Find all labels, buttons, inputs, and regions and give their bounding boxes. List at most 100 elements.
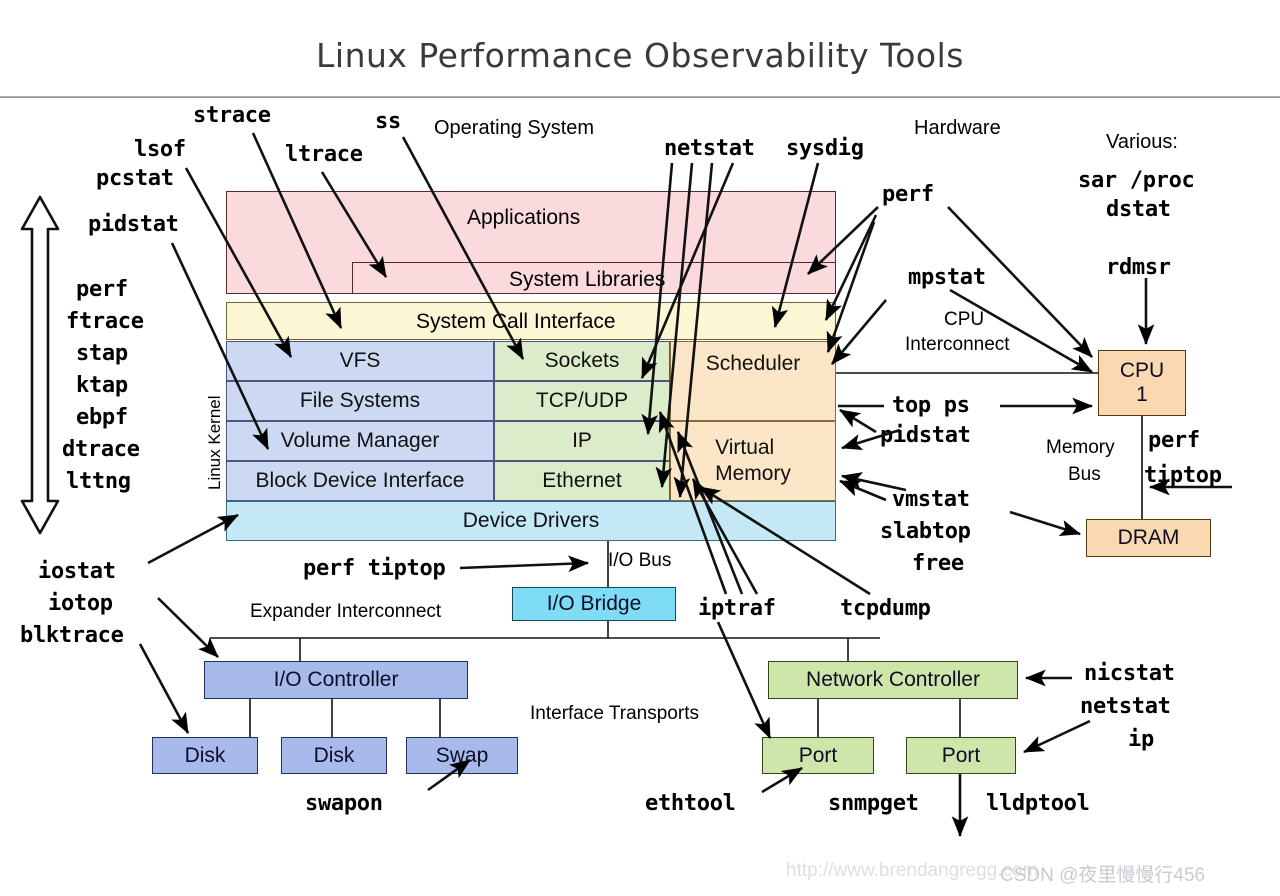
tool-perf-tiptop-io: perf tiptop	[303, 556, 446, 581]
arrow-iotop-to-iocontroller	[157, 597, 219, 658]
tool-pcstat: pcstat	[96, 166, 174, 191]
stack-cell-virtual-memory-label: Virtual Memory	[715, 435, 791, 485]
stack-cell-ip-label: IP	[572, 429, 592, 452]
arrow-pidstat-vm	[839, 408, 877, 434]
stack-cell-file-systems: File Systems	[226, 381, 494, 421]
stack-system-libraries-label: System Libraries	[509, 268, 666, 291]
watermark-csdn: CSDN @夜里慢慢行456	[1000, 865, 1206, 886]
tool-rdmsr: rdmsr	[1106, 255, 1171, 280]
tool-sar-proc: sar /proc	[1078, 168, 1195, 193]
stack-cell-vfs: VFS	[226, 341, 494, 381]
stack-cell-ethernet: Ethernet	[494, 461, 670, 501]
tool-kernel-ftrace: ftrace	[66, 309, 144, 334]
label-memory-bus-line2: Bus	[1068, 464, 1101, 485]
hardware-port2-box: Port	[906, 737, 1016, 774]
hardware-port1-label: Port	[798, 743, 838, 767]
tool-snmpget: snmpget	[828, 791, 919, 816]
tool-sysdig: sysdig	[786, 136, 864, 161]
stack-cell-sockets: Sockets	[494, 341, 670, 381]
header-divider	[0, 96, 1280, 98]
arrow-vmstat-to-vm	[839, 479, 887, 502]
tool-kernel-dtrace: dtrace	[62, 437, 140, 462]
tool-pidstat-cpu: pidstat	[880, 423, 971, 448]
tool-kernel-ebpf: ebpf	[76, 405, 128, 430]
tool-iptraf: iptraf	[698, 596, 776, 621]
hardware-network-controller-box: Network Controller	[768, 661, 1018, 699]
hardware-dram-label: DRAM	[1117, 526, 1180, 549]
hardware-io-controller-box: I/O Controller	[204, 661, 468, 699]
tool-kernel-perf: perf	[76, 277, 128, 302]
hardware-cpu-label-line1: CPU	[1119, 358, 1165, 382]
stack-cell-virtual-memory: Virtual Memory	[670, 421, 836, 501]
arrow-vmstat-to-dram	[1009, 510, 1081, 537]
stack-cell-ip: IP	[494, 421, 670, 461]
stack-cell-block-device-interface-label: Block Device Interface	[255, 469, 465, 492]
tool-ss: ss	[375, 109, 401, 134]
hardware-network-controller-label: Network Controller	[806, 668, 980, 691]
tool-strace: strace	[193, 103, 271, 128]
hardware-cpu-box: CPU 1	[1098, 350, 1186, 416]
hardware-port2-label: Port	[941, 743, 981, 767]
tool-swapon: swapon	[305, 791, 383, 816]
tool-lldptool: lldptool	[986, 791, 1090, 816]
stack-cell-scheduler-label: Scheduler	[705, 352, 801, 375]
hardware-io-controller-label: I/O Controller	[273, 668, 399, 691]
tool-free: free	[912, 551, 964, 576]
tool-tiptop-mem: tiptop	[1144, 463, 1222, 488]
tool-perf-top: perf	[882, 182, 934, 207]
stack-device-drivers: Device Drivers	[226, 501, 836, 541]
hardware-swap-box: Swap	[406, 737, 518, 774]
tool-ltrace: ltrace	[285, 142, 363, 167]
tool-perf-mem: perf	[1148, 428, 1200, 453]
hardware-port1-box: Port	[762, 737, 874, 774]
arrow-right-to-scheduler	[831, 299, 887, 365]
hardware-io-bridge-box: I/O Bridge	[512, 587, 676, 621]
label-io-bus: I/O Bus	[608, 550, 672, 571]
label-memory-bus-line1: Memory	[1046, 437, 1115, 458]
stack-cell-tcp-udp: TCP/UDP	[494, 381, 670, 421]
tool-lsof: lsof	[134, 137, 186, 162]
stack-cell-ethernet-label: Ethernet	[542, 469, 622, 492]
hardware-disk2-box: Disk	[281, 737, 387, 774]
arrow-blktrace-to-disk	[138, 643, 190, 734]
hardware-disk1-label: Disk	[184, 743, 226, 767]
tool-slabtop: slabtop	[880, 519, 971, 544]
stack-cell-scheduler: Scheduler	[670, 341, 836, 421]
page-title: Linux Performance Observability Tools	[316, 36, 964, 75]
arrow-ip-to-port2	[1023, 719, 1091, 754]
arrow-perf-tiptop-to-iobus	[459, 555, 590, 573]
stack-cell-volume-manager: Volume Manager	[226, 421, 494, 461]
tool-kernel-ktap: ktap	[76, 373, 128, 398]
stack-applications-label: Applications	[467, 206, 581, 229]
stack-device-drivers-label: Device Drivers	[462, 509, 600, 532]
tool-iostat: iostat	[38, 559, 116, 584]
label-linux-kernel: Linux Kernel	[205, 395, 224, 490]
stack-cell-vfs-label: VFS	[339, 349, 381, 372]
tool-netstat-top: netstat	[664, 136, 755, 161]
tool-netstat-nic: netstat	[1080, 694, 1171, 719]
tool-kernel-stap: stap	[76, 341, 128, 366]
tool-iotop: iotop	[48, 591, 113, 616]
hardware-swap-label: Swap	[435, 743, 489, 767]
tool-tcpdump: tcpdump	[840, 596, 931, 621]
tool-ethtool: ethtool	[645, 791, 736, 816]
tool-vmstat: vmstat	[892, 487, 970, 512]
hardware-disk1-box: Disk	[152, 737, 258, 774]
stack-cell-tcp-udp-label: TCP/UDP	[535, 389, 629, 412]
tool-kernel-lttng: lttng	[66, 469, 131, 494]
hardware-disk2-label: Disk	[313, 743, 355, 767]
arrow-iptraf-to-port1	[716, 621, 772, 739]
label-various: Various:	[1106, 131, 1178, 153]
label-hardware: Hardware	[914, 117, 1001, 139]
tool-pidstat-left: pidstat	[88, 212, 179, 237]
hardware-cpu-label-line2: 1	[1136, 383, 1148, 406]
tool-ip: ip	[1128, 727, 1154, 752]
label-expander-interconnect: Expander Interconnect	[250, 601, 442, 622]
stack-syscall-label: System Call Interface	[416, 310, 616, 333]
stack-cell-file-systems-label: File Systems	[299, 389, 421, 412]
kernel-scope-double-arrow	[20, 195, 60, 535]
stack-cell-sockets-label: Sockets	[544, 349, 620, 372]
label-interface-transports: Interface Transports	[530, 703, 699, 724]
stack-cell-block-device-interface: Block Device Interface	[226, 461, 494, 501]
label-cpu-interconnect-line2: Interconnect	[905, 334, 1010, 355]
